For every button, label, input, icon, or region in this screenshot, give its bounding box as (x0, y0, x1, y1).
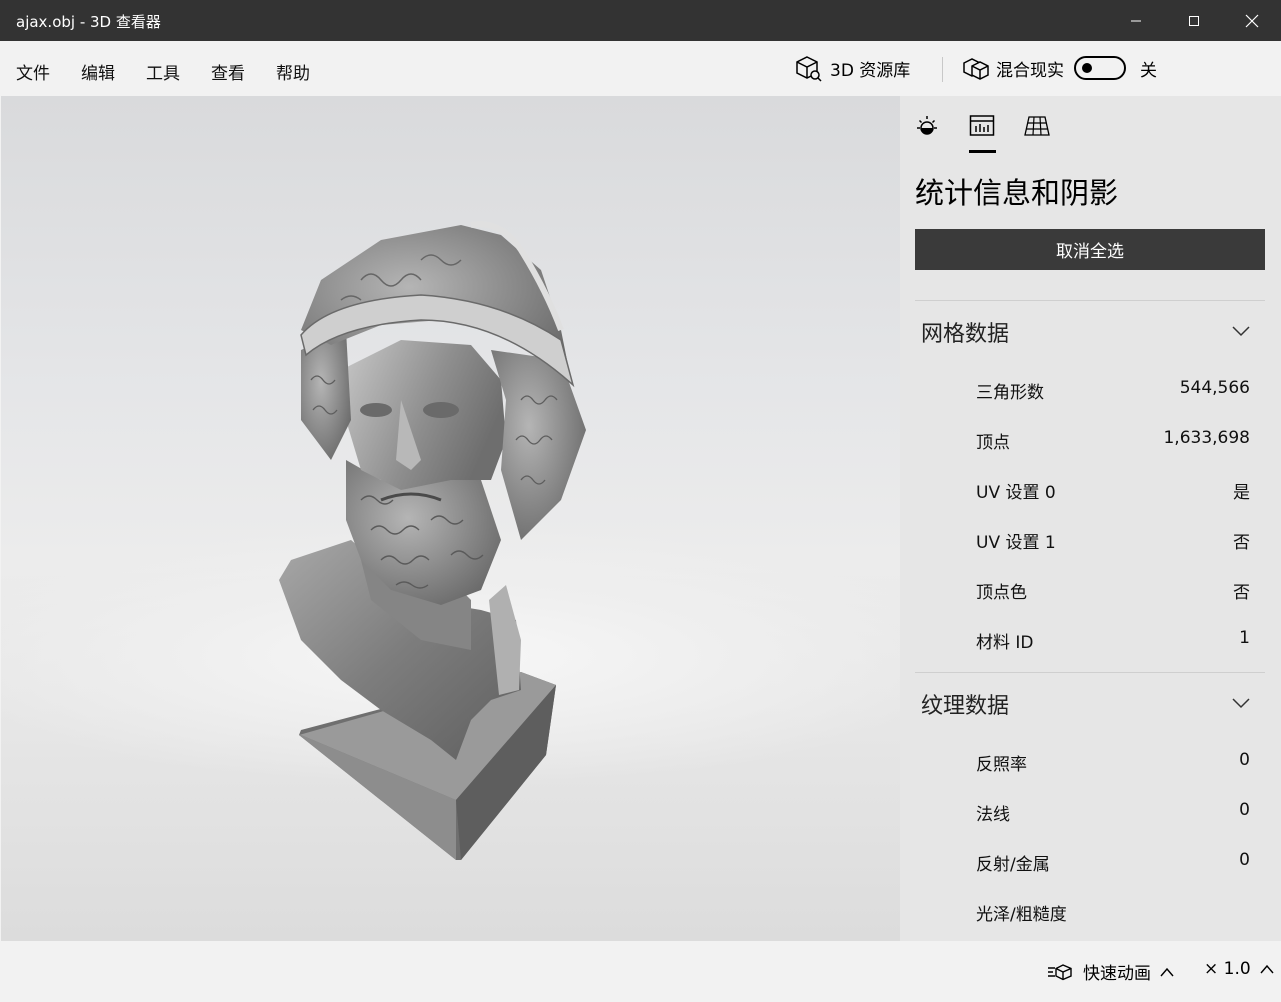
3d-library-button[interactable]: 3D 资源库 (794, 54, 910, 82)
maximize-button[interactable] (1165, 0, 1223, 41)
deselect-all-button[interactable]: 取消全选 (915, 229, 1265, 270)
close-button[interactable] (1223, 0, 1281, 41)
mesh-row-label: 三角形数 (976, 383, 1044, 403)
texture-row-label: 法线 (976, 805, 1010, 825)
mixed-reality-control[interactable]: 混合现实 关 (962, 54, 1157, 82)
active-tab-indicator (969, 150, 996, 153)
texture-row-label: 反射/金属 (976, 855, 1050, 875)
window-title: ajax.obj - 3D 查看器 (16, 13, 161, 31)
mixed-reality-label: 混合现实 (996, 60, 1064, 81)
mixed-reality-icon (963, 58, 989, 80)
tab-statistics[interactable] (967, 114, 997, 138)
panel-title: 统计信息和阴影 (915, 176, 1119, 210)
tab-lighting[interactable] (912, 114, 942, 138)
quick-animation-label: 快速动画 (1083, 964, 1151, 984)
sun-icon (917, 116, 937, 135)
toggle-knob (1082, 63, 1092, 73)
menu-help[interactable]: 帮助 (276, 59, 310, 84)
mesh-row-label: 材料 ID (976, 633, 1034, 653)
divider (915, 672, 1265, 673)
menu-tools[interactable]: 工具 (146, 59, 180, 84)
minimize-icon (1131, 20, 1141, 21)
close-icon (1245, 14, 1259, 27)
speed-label: × 1.0 (1204, 959, 1251, 979)
animation-icon (1048, 963, 1072, 980)
properties-panel (900, 96, 1281, 941)
maximize-icon (1189, 15, 1199, 26)
mesh-row-label: 顶点 (976, 433, 1010, 453)
minimize-button[interactable] (1107, 0, 1165, 41)
texture-row-value: 0 (1239, 800, 1250, 820)
title-bar: ajax.obj - 3D 查看器 (0, 0, 1281, 41)
menu-edit[interactable]: 编辑 (81, 59, 115, 84)
mesh-row-value: 否 (1233, 583, 1250, 603)
chevron-up-icon (1260, 964, 1274, 974)
tab-grid[interactable] (1022, 114, 1052, 138)
statistics-icon (969, 115, 995, 136)
texture-row-value: 0 (1239, 750, 1250, 770)
chevron-down-icon[interactable] (1231, 324, 1251, 338)
menu-file[interactable]: 文件 (16, 59, 50, 84)
mesh-row-value: 544,566 (1179, 378, 1250, 398)
texture-row-label: 光泽/粗糙度 (976, 905, 1067, 925)
mesh-row-label: UV 设置 1 (976, 533, 1056, 553)
mesh-row-value: 1,633,698 (1163, 428, 1250, 448)
speed-control[interactable]: × 1.0 (1204, 959, 1275, 979)
texture-data-header[interactable]: 纹理数据 (921, 688, 1009, 720)
texture-row-value: 0 (1239, 850, 1250, 870)
mesh-data-header[interactable]: 网格数据 (921, 316, 1009, 348)
toggle-state-label: 关 (1140, 60, 1157, 81)
3d-library-label: 3D 资源库 (830, 60, 911, 81)
quick-animation-button[interactable]: 快速动画 (1047, 959, 1175, 984)
divider (915, 300, 1265, 301)
mesh-row-value: 是 (1233, 483, 1250, 503)
mesh-row-value: 否 (1233, 533, 1250, 553)
3d-viewport[interactable] (1, 96, 900, 941)
status-bar: 快速动画 × 1.0 (0, 941, 1281, 1002)
chevron-up-icon (1160, 967, 1174, 976)
mixed-reality-toggle[interactable] (1074, 56, 1126, 80)
mesh-row-value: 1 (1239, 628, 1250, 648)
mesh-row-label: UV 设置 0 (976, 483, 1056, 503)
mesh-row-label: 顶点色 (976, 583, 1027, 603)
menu-bar: 文件 编辑 工具 查看 帮助 3D 资源库 混合现实 关 (0, 41, 1281, 96)
chevron-down-icon[interactable] (1231, 696, 1251, 710)
3d-library-icon (796, 56, 822, 82)
grid-icon (1024, 116, 1050, 136)
bust-model[interactable] (1, 96, 900, 941)
texture-row-label: 反照率 (976, 755, 1027, 775)
menu-view[interactable]: 查看 (211, 59, 245, 84)
toolbar-divider (942, 57, 943, 82)
